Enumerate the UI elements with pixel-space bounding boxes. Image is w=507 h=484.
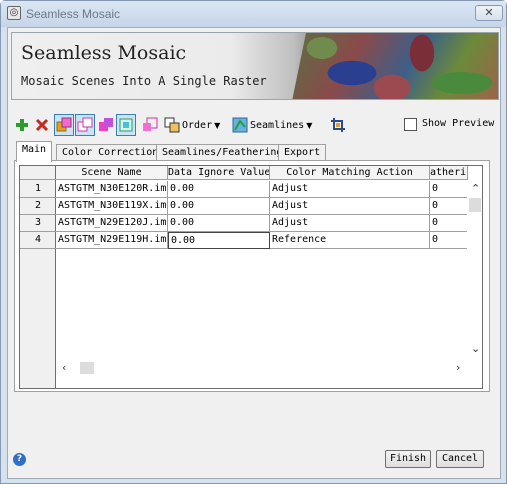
banner-satellite-image	[292, 33, 498, 99]
show-preview-label: Show Preview	[422, 118, 495, 129]
vertical-scroll-thumb[interactable]	[469, 198, 481, 212]
seamless-mosaic-window: ◎ Seamless Mosaic ✕ Seamless Mosaic Mosa…	[0, 0, 507, 484]
chevron-down-icon: ▼	[214, 120, 221, 130]
vertical-scrollbar[interactable]: ⌃ ⌄	[467, 180, 482, 360]
toolbar: Order ▼ Seamlines ▼ Show Preview	[12, 114, 498, 136]
color-action-cell[interactable]: Adjust	[270, 181, 430, 198]
row-number[interactable]: 4	[20, 232, 56, 249]
color-action-cell[interactable]: Adjust	[270, 198, 430, 215]
crop-icon[interactable]	[330, 114, 346, 136]
finish-button[interactable]: Finish	[385, 450, 431, 468]
column-header-feathering[interactable]: atherin	[430, 166, 468, 180]
scene-name-cell[interactable]: ASTGTM_N30E119X.img	[56, 198, 168, 215]
chevron-down-icon: ▼	[306, 120, 313, 130]
seamlines-label: Seamlines	[250, 119, 305, 131]
show-footprints-icon[interactable]	[54, 114, 74, 136]
close-button[interactable]: ✕	[475, 5, 503, 21]
horizontal-scroll-thumb[interactable]	[80, 362, 94, 374]
row-number[interactable]: 1	[20, 181, 56, 198]
scene-name-cell[interactable]: ASTGTM_N29E119H.img	[56, 232, 168, 249]
feathering-cell[interactable]: 0	[430, 181, 468, 198]
data-ignore-cell[interactable]: 0.00	[168, 215, 270, 232]
row-number[interactable]: 3	[20, 215, 56, 232]
banner-title: Seamless Mosaic	[21, 42, 187, 64]
tab-main[interactable]: Main	[16, 141, 53, 162]
column-header-data-ignore-value[interactable]: Data Ignore Value	[168, 166, 270, 180]
feathering-cell[interactable]: 0	[430, 232, 468, 249]
help-icon[interactable]: ?	[13, 453, 26, 466]
chevron-left-icon[interactable]: ‹	[62, 361, 66, 374]
column-header-scene-name[interactable]: Scene Name	[56, 166, 168, 180]
app-icon: ◎	[7, 6, 21, 20]
color-action-cell[interactable]: Adjust	[270, 215, 430, 232]
seamlines-menu[interactable]: Seamlines ▼	[232, 114, 312, 136]
feathering-cell[interactable]: 0	[430, 198, 468, 215]
chevron-down-icon[interactable]: ⌄	[471, 342, 480, 355]
main-tab-panel: 1 2 3 4 Scene Name Data Ignore Value Col…	[14, 160, 490, 392]
scene-name-cell[interactable]: ASTGTM_N29E120J.img	[56, 215, 168, 232]
tab-seamlines-feathering[interactable]: Seamlines/Feathering	[156, 144, 289, 161]
order-menu[interactable]: Order ▼	[164, 114, 220, 136]
scene-table: 1 2 3 4 Scene Name Data Ignore Value Col…	[19, 165, 483, 389]
tab-export[interactable]: Export	[278, 144, 327, 161]
horizontal-scrollbar[interactable]: ‹ ›	[56, 360, 467, 376]
tab-color-correction[interactable]: Color Correction	[56, 144, 165, 161]
show-fill-icon[interactable]	[75, 114, 95, 136]
chevron-right-icon[interactable]: ›	[456, 361, 460, 374]
row-header-column: 1 2 3 4	[20, 166, 56, 388]
column-header-color-matching-action[interactable]: Color Matching Action	[270, 166, 430, 180]
data-ignore-cell[interactable]: 0.00	[168, 198, 270, 215]
dialog-body: Seamless Mosaic Mosaic Scenes Into A Sin…	[7, 27, 501, 479]
banner-subtitle: Mosaic Scenes Into A Single Raster	[21, 74, 267, 88]
title-bar: ◎ Seamless Mosaic ✕	[1, 1, 506, 27]
add-scenes-icon[interactable]	[14, 114, 30, 136]
feathering-cell[interactable]: 0	[430, 215, 468, 232]
chevron-up-icon[interactable]: ⌃	[471, 182, 480, 195]
data-ignore-cell[interactable]: 0.00	[168, 181, 270, 198]
scene-name-cell[interactable]: ASTGTM_N30E120R.img	[56, 181, 168, 198]
banner: Seamless Mosaic Mosaic Scenes Into A Sin…	[11, 32, 499, 100]
table-corner	[20, 166, 56, 180]
cancel-button[interactable]: Cancel	[436, 450, 484, 468]
order-label: Order	[182, 119, 213, 131]
show-overlap-icon[interactable]	[98, 114, 114, 136]
row-number[interactable]: 2	[20, 198, 56, 215]
color-action-cell[interactable]: Reference	[270, 232, 430, 249]
show-boundary-icon[interactable]	[116, 114, 136, 136]
show-preview-checkbox[interactable]	[404, 118, 417, 131]
zoom-to-scene-icon[interactable]	[142, 114, 158, 136]
data-ignore-cell[interactable]: 0.00	[168, 232, 270, 249]
remove-scenes-icon[interactable]	[34, 114, 50, 136]
window-title: Seamless Mosaic	[26, 7, 121, 21]
